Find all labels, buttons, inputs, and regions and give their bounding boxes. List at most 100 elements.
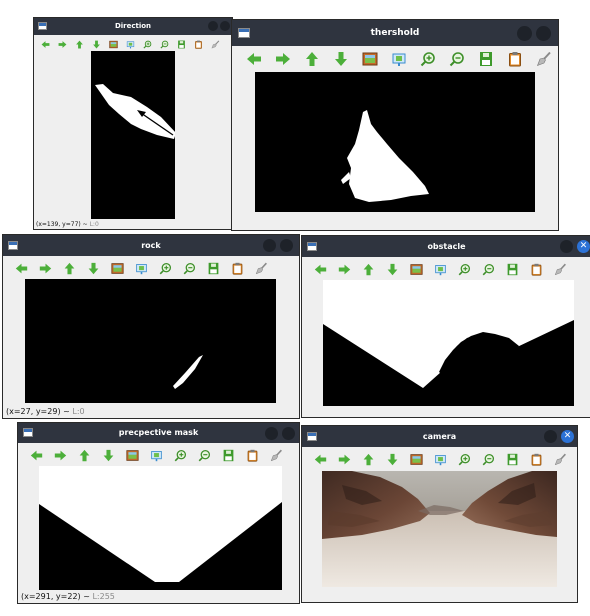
status-coordinates: (x=291, y=22) ~ — [21, 592, 93, 601]
image-button[interactable] — [106, 37, 120, 51]
fit-view-button[interactable] — [146, 446, 166, 466]
arrow-right-button[interactable] — [271, 47, 295, 71]
zoom-in-button[interactable] — [155, 259, 175, 279]
zoom-in-button[interactable] — [454, 260, 474, 280]
clipboard-button[interactable] — [191, 37, 205, 51]
arrow-right-button[interactable] — [35, 259, 55, 279]
status-bar: (x=139, y=77) ~ L:0 — [36, 220, 232, 229]
clipboard-button[interactable] — [526, 260, 546, 280]
save-button[interactable] — [203, 259, 223, 279]
image-button[interactable] — [122, 446, 142, 466]
minimize-button[interactable] — [517, 26, 532, 41]
fit-view-button[interactable] — [387, 47, 411, 71]
zoom-in-button[interactable] — [454, 450, 474, 470]
zoom-out-button[interactable] — [179, 259, 199, 279]
minimize-button[interactable] — [263, 239, 276, 252]
image-canvas[interactable] — [255, 72, 535, 212]
fit-view-icon — [434, 453, 447, 466]
arrow-down-button[interactable] — [89, 37, 103, 51]
arrow-up-button[interactable] — [300, 47, 324, 71]
fit-view-button[interactable] — [131, 259, 151, 279]
image-canvas[interactable] — [25, 279, 276, 403]
clipboard-button[interactable] — [526, 450, 546, 470]
arrow-up-button[interactable] — [72, 37, 86, 51]
arrow-left-button[interactable] — [38, 37, 52, 51]
arrow-left-button[interactable] — [310, 260, 330, 280]
brush-button[interactable] — [550, 260, 570, 280]
window-icon — [8, 241, 18, 250]
save-button[interactable] — [502, 260, 522, 280]
clipboard-button[interactable] — [242, 446, 262, 466]
image-button[interactable] — [406, 450, 426, 470]
arrow-right-button[interactable] — [334, 260, 354, 280]
image-canvas[interactable] — [323, 280, 574, 406]
zoom-out-button[interactable] — [478, 260, 498, 280]
arrow-up-button[interactable] — [74, 446, 94, 466]
close-button[interactable]: ✕ — [561, 430, 574, 443]
zoom-out-button[interactable] — [157, 37, 171, 51]
brush-button[interactable] — [532, 47, 556, 71]
minimize-button[interactable] — [265, 427, 278, 440]
arrow-down-button[interactable] — [382, 450, 402, 470]
minimize-button[interactable] — [544, 430, 557, 443]
arrow-up-button[interactable] — [59, 259, 79, 279]
obstacle-titlebar[interactable]: obstacle ✕ — [302, 236, 590, 257]
save-button[interactable] — [218, 446, 238, 466]
close-button[interactable] — [282, 427, 295, 440]
save-button[interactable] — [502, 450, 522, 470]
save-button[interactable] — [174, 37, 188, 51]
arrow-right-button[interactable] — [50, 446, 70, 466]
close-button[interactable] — [536, 26, 551, 41]
zoom-out-button[interactable] — [478, 450, 498, 470]
minimize-button[interactable] — [208, 21, 218, 31]
direction-titlebar[interactable]: Direction — [34, 18, 232, 35]
arrow-down-button[interactable] — [98, 446, 118, 466]
fit-view-button[interactable] — [430, 260, 450, 280]
arrow-right-icon — [58, 40, 67, 49]
brush-button[interactable] — [550, 450, 570, 470]
close-button[interactable] — [220, 21, 230, 31]
zoom-in-button[interactable] — [416, 47, 440, 71]
zoom-out-button[interactable] — [194, 446, 214, 466]
close-button[interactable] — [280, 239, 293, 252]
arrow-down-button[interactable] — [382, 260, 402, 280]
close-button[interactable]: ✕ — [577, 240, 590, 253]
arrow-right-button[interactable] — [334, 450, 354, 470]
arrow-up-button[interactable] — [358, 260, 378, 280]
minimize-button[interactable] — [560, 240, 573, 253]
brush-button[interactable] — [251, 259, 271, 279]
arrow-down-button[interactable] — [83, 259, 103, 279]
brush-button[interactable] — [208, 37, 222, 51]
arrow-right-button[interactable] — [55, 37, 69, 51]
save-button[interactable] — [474, 47, 498, 71]
fit-view-button[interactable] — [430, 450, 450, 470]
image-button[interactable] — [107, 259, 127, 279]
zoom-in-button[interactable] — [140, 37, 154, 51]
image-canvas[interactable] — [91, 51, 175, 219]
image-button[interactable] — [358, 47, 382, 71]
threshold-titlebar[interactable]: thershold — [232, 20, 558, 46]
zoom-out-icon — [482, 453, 495, 466]
camera-image[interactable] — [322, 471, 557, 587]
clipboard-button[interactable] — [227, 259, 247, 279]
window-title: thershold — [370, 28, 420, 38]
arrow-down-button[interactable] — [329, 47, 353, 71]
image-button[interactable] — [406, 260, 426, 280]
zoom-out-button[interactable] — [445, 47, 469, 71]
arrow-left-button[interactable] — [26, 446, 46, 466]
zoom-in-button[interactable] — [170, 446, 190, 466]
perspective-mask-titlebar[interactable]: precpective mask — [18, 423, 299, 443]
rock-titlebar[interactable]: rock — [3, 235, 299, 256]
arrow-up-button[interactable] — [358, 450, 378, 470]
arrow-left-icon — [30, 449, 43, 462]
clipboard-icon — [231, 262, 244, 275]
arrow-left-button[interactable] — [242, 47, 266, 71]
arrow-left-button[interactable] — [310, 450, 330, 470]
brush-button[interactable] — [266, 446, 286, 466]
clipboard-button[interactable] — [503, 47, 527, 71]
arrow-up-icon — [362, 453, 375, 466]
arrow-left-button[interactable] — [11, 259, 31, 279]
fit-view-button[interactable] — [123, 37, 137, 51]
image-canvas[interactable] — [39, 466, 282, 590]
camera-titlebar[interactable]: camera ✕ — [302, 426, 577, 447]
